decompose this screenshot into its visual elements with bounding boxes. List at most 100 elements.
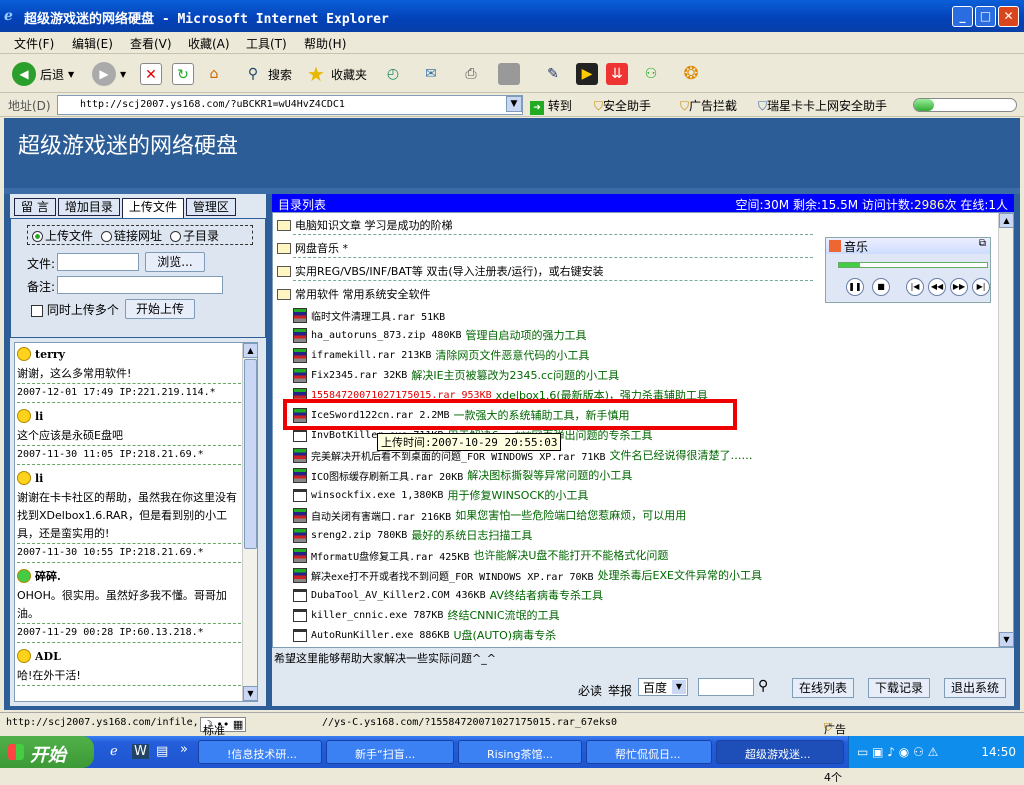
history-button[interactable]: ◴ (382, 60, 404, 88)
menu-edit[interactable]: 编辑(E) (72, 35, 113, 52)
task-item[interactable]: 帮忙侃侃日... (586, 740, 712, 764)
folder-item[interactable]: 实用REG/VBS/INF/BAT等 双击(导入注册表/运行)，或右键安装 (277, 261, 604, 281)
start-upload-button[interactable]: 开始上传 (125, 299, 195, 319)
print-button[interactable]: ⎙ (460, 60, 482, 88)
edit-button[interactable] (498, 60, 520, 88)
search-button[interactable]: ⚲ 搜索 (242, 60, 292, 88)
clock: 14:50 (981, 745, 1016, 759)
scroll-thumb[interactable] (244, 359, 257, 549)
scroll-down-icon[interactable]: ▼ (999, 632, 1013, 647)
pause-button[interactable]: ❚❚ (846, 278, 864, 296)
stop-button[interactable]: ✕ (140, 60, 162, 88)
tray-icons[interactable]: ▭ ▣ ♪ ◉ ⚇ ⚠ (857, 745, 938, 759)
restore-icon[interactable]: ⧉ (979, 238, 986, 249)
tab-add-dir[interactable]: 增加目录 (57, 198, 120, 216)
scroll-up-icon[interactable]: ▲ (243, 343, 257, 358)
file-row[interactable]: sreng2.zip 780KB 最好的系统日志扫描工具 (293, 525, 532, 545)
download-button[interactable]: ⇊ (606, 60, 628, 88)
online-list-button[interactable]: 在线列表 (792, 678, 855, 698)
ime-bar[interactable]: 标准 ☽ •• ▦ (200, 717, 247, 737)
prev-button[interactable]: |◀ (906, 278, 924, 296)
rewind-button[interactable]: ◀◀ (928, 278, 946, 296)
radio-link-url[interactable]: 链接网址 (101, 227, 162, 244)
task-item[interactable]: !信息技术研... (198, 740, 322, 764)
file-row[interactable]: MformatU盘修复工具.rar 425KB 也许能解决U盘不能打开不能格式化问… (293, 545, 668, 565)
report-link[interactable]: 举报 (608, 682, 632, 699)
search-icon[interactable]: ⚲ (758, 678, 768, 694)
file-row[interactable]: AutoRunKiller.exe 886KB U盘(AUTO)病毒专杀 (293, 625, 556, 645)
maximize-button[interactable]: □ (975, 6, 996, 27)
title-bar[interactable]: ℯ 超级游戏迷的网络硬盘 - Microsoft Internet Explor… (0, 0, 1024, 32)
archive-icon (293, 347, 307, 363)
menu-tools[interactable]: 工具(T) (246, 35, 287, 52)
scroll-up-icon[interactable]: ▲ (999, 213, 1013, 228)
rising-button[interactable]: ❂ (680, 60, 702, 88)
fast-forward-button[interactable]: ▶▶ (950, 278, 968, 296)
file-row[interactable]: winsockfix.exe 1,380KB 用于修复WINSOCK的小工具 (293, 485, 588, 505)
address-input[interactable]: http://scj2007.ys168.com/?uBCKR1=wU4HvZ4… (57, 95, 523, 115)
tab-message[interactable]: 留 言 (14, 198, 56, 216)
folder-item[interactable]: 网盘音乐 * (277, 238, 348, 258)
folder-item[interactable]: 常用软件 常用系统安全软件 (277, 284, 431, 304)
file-row[interactable]: Fix2345.rar 32KB 解决IE主页被篡改为2345.cc问题的小工具 (293, 365, 619, 385)
quicklaunch-ie-icon[interactable]: ℯ (110, 744, 118, 759)
scroll-down-icon[interactable]: ▼ (243, 686, 257, 701)
multi-upload-checkbox[interactable]: 同时上传多个 (31, 301, 119, 318)
file-row[interactable]: 临时文件清理工具.rar 51KB (293, 305, 449, 325)
menu-view[interactable]: 查看(V) (130, 35, 172, 52)
radio-subdir[interactable]: 子目录 (170, 227, 219, 244)
chevron-right-icon[interactable]: » (180, 742, 188, 757)
search-engine-select[interactable]: 百度 ▼ (638, 678, 688, 696)
file-row[interactable]: 自动关闭有害端口.rar 216KB 如果您害怕一些危险端口给您惹麻烦，可以用用 (293, 505, 686, 525)
refresh-icon: ↻ (172, 63, 194, 85)
player-progress[interactable] (838, 262, 988, 268)
message-scrollbar[interactable]: ▲ ▼ (242, 343, 257, 701)
start-button[interactable]: 开始 (0, 736, 94, 768)
stop-button[interactable]: ■ (872, 278, 890, 296)
mail-button[interactable]: ✉ (420, 60, 442, 88)
forward-button[interactable]: ▶ ▼ (92, 60, 126, 88)
logout-button[interactable]: 退出系统 (944, 678, 1007, 698)
task-item[interactable]: 新手“扫盲... (326, 740, 454, 764)
tab-upload[interactable]: 上传文件 (121, 198, 184, 218)
menu-favorites[interactable]: 收藏(A) (188, 35, 230, 52)
back-button[interactable]: ◀ 后退 ▼ (12, 60, 74, 88)
file-row[interactable]: iframekill.rar 213KB 清除网页文件恶意代码的小工具 (293, 345, 589, 365)
search-input[interactable] (698, 678, 754, 696)
minimize-button[interactable]: _ (952, 6, 973, 27)
file-input[interactable] (57, 253, 139, 271)
discuss-button[interactable]: ✎ (542, 60, 564, 88)
go-button[interactable]: ➜ 转到 (530, 97, 572, 115)
link-kaka[interactable]: ⛉瑞星卡卡上网安全助手 (758, 97, 887, 114)
link-security[interactable]: ⛉安全助手 (594, 97, 651, 114)
file-row[interactable]: 解决exe打不开或者找不到问题_FOR WINDOWS XP.rar 70KB 处… (293, 565, 762, 585)
note-input[interactable] (57, 276, 223, 294)
scroll-track[interactable] (1000, 229, 1013, 579)
refresh-button[interactable]: ↻ (172, 60, 194, 88)
menu-help[interactable]: 帮助(H) (304, 35, 346, 52)
messenger-button[interactable]: ⚇ (640, 60, 662, 88)
task-item-active[interactable]: 超级游戏迷... (716, 740, 844, 764)
file-row[interactable]: killer_cnnic.exe 787KB 终结CNNIC流氓的工具 (293, 605, 560, 625)
home-button[interactable]: ⌂ (203, 60, 225, 88)
media-button[interactable]: ▶ (576, 60, 598, 88)
tab-admin[interactable]: 管理区 (185, 198, 236, 216)
file-row[interactable]: DubaTool_AV_Killer2.COM 436KB AV终结者病毒专杀工具 (293, 585, 603, 605)
quicklaunch-word-icon[interactable]: W (132, 744, 149, 759)
link-adblock[interactable]: ⛉广告拦截 (680, 97, 737, 114)
radio-upload-file[interactable]: 上传文件 (32, 227, 93, 244)
must-read-link[interactable]: 必读 (578, 682, 602, 699)
close-button[interactable]: ✕ (998, 6, 1019, 27)
file-row[interactable]: ICO图标缓存刷新工具.rar 20KB 解决图标撕裂等异常问题的小工具 (293, 465, 632, 485)
next-button[interactable]: ▶| (972, 278, 990, 296)
file-list-scrollbar[interactable]: ▲ ▼ (998, 213, 1013, 647)
quicklaunch-excel-icon[interactable]: ▤ (156, 744, 168, 759)
file-row[interactable]: ha_autoruns_873.zip 480KB 管理自启动项的强力工具 (293, 325, 587, 345)
browse-button[interactable]: 浏览... (145, 252, 205, 272)
address-dropdown[interactable]: ▼ (506, 96, 522, 112)
download-log-button[interactable]: 下载记录 (868, 678, 931, 698)
favorites-button[interactable]: ★ 收藏夹 (305, 60, 367, 88)
folder-item[interactable]: 电脑知识文章 学习是成功的阶梯 (277, 215, 453, 235)
task-item[interactable]: Rising茶馆... (458, 740, 582, 764)
menu-file[interactable]: 文件(F) (14, 35, 54, 52)
